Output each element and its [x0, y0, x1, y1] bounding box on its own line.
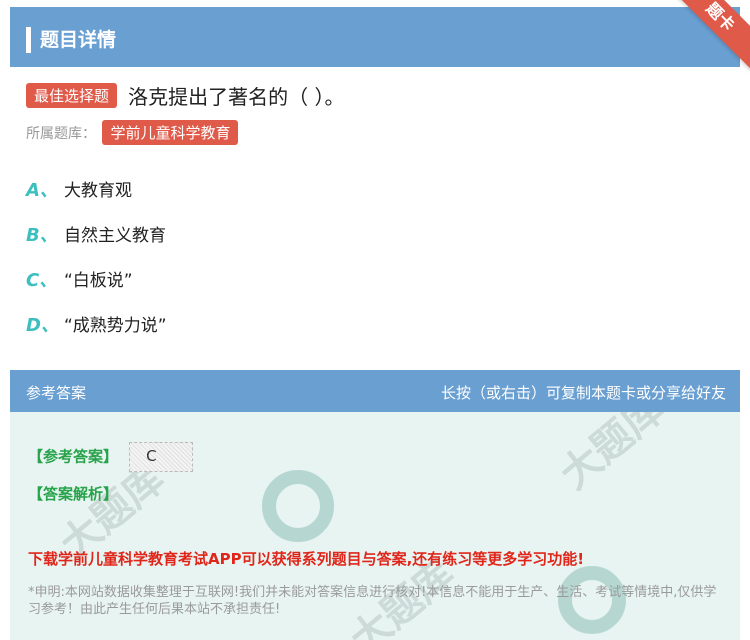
library-label: 所属题库：	[26, 126, 96, 142]
answer-title: 参考答案	[26, 384, 87, 402]
disclaimer-text: *申明:本网站数据收集整理于互联网!我们并未能对答案信息进行核对!本信息不能用于…	[28, 585, 717, 617]
question-line: 最佳选择题 洛克提出了著名的（ ）。	[26, 81, 344, 110]
answer-value: C	[146, 447, 157, 465]
option-text: “成熟势力说”	[64, 316, 167, 336]
answer-header: 参考答案 长按（或右击）可复制本题卡或分享给好友	[10, 370, 740, 412]
page-title: 题目详情	[40, 29, 117, 51]
library-line: 所属题库： 学前儿童科学教育	[26, 120, 239, 145]
question-type-badge: 最佳选择题	[26, 83, 118, 108]
answer-line: 【参考答案】 C	[28, 442, 194, 472]
option-letter: C、	[26, 270, 58, 291]
option-letter: A、	[26, 180, 58, 201]
option-letter: D、	[26, 315, 59, 336]
analysis-label: 【答案解析】	[28, 485, 119, 503]
share-hint: 长按（或右击）可复制本题卡或分享给好友	[440, 384, 726, 402]
app-promo-link[interactable]: 下载学前儿童科学教育考试APP可以获得系列题目与答案,还有练习等更多学习功能!	[28, 548, 584, 569]
option-letter: B、	[26, 225, 58, 246]
header-accent-bar	[26, 27, 31, 53]
option-text: 自然主义教育	[64, 226, 166, 246]
answer-label: 【参考答案】	[28, 447, 119, 466]
option-text: 大教育观	[64, 181, 132, 201]
watermark-logo	[262, 470, 334, 542]
page-header: 题目详情	[10, 7, 740, 67]
answer-panel: 大题库 大题库 大题库 参考答案 长按（或右击）可复制本题卡或分享给好友 【参考…	[10, 370, 740, 640]
option-text: “白板说”	[64, 271, 133, 291]
answer-image: C	[129, 442, 194, 472]
question-text: 洛克提出了著名的（ ）。	[128, 85, 345, 109]
library-badge[interactable]: 学前儿童科学教育	[102, 120, 239, 145]
